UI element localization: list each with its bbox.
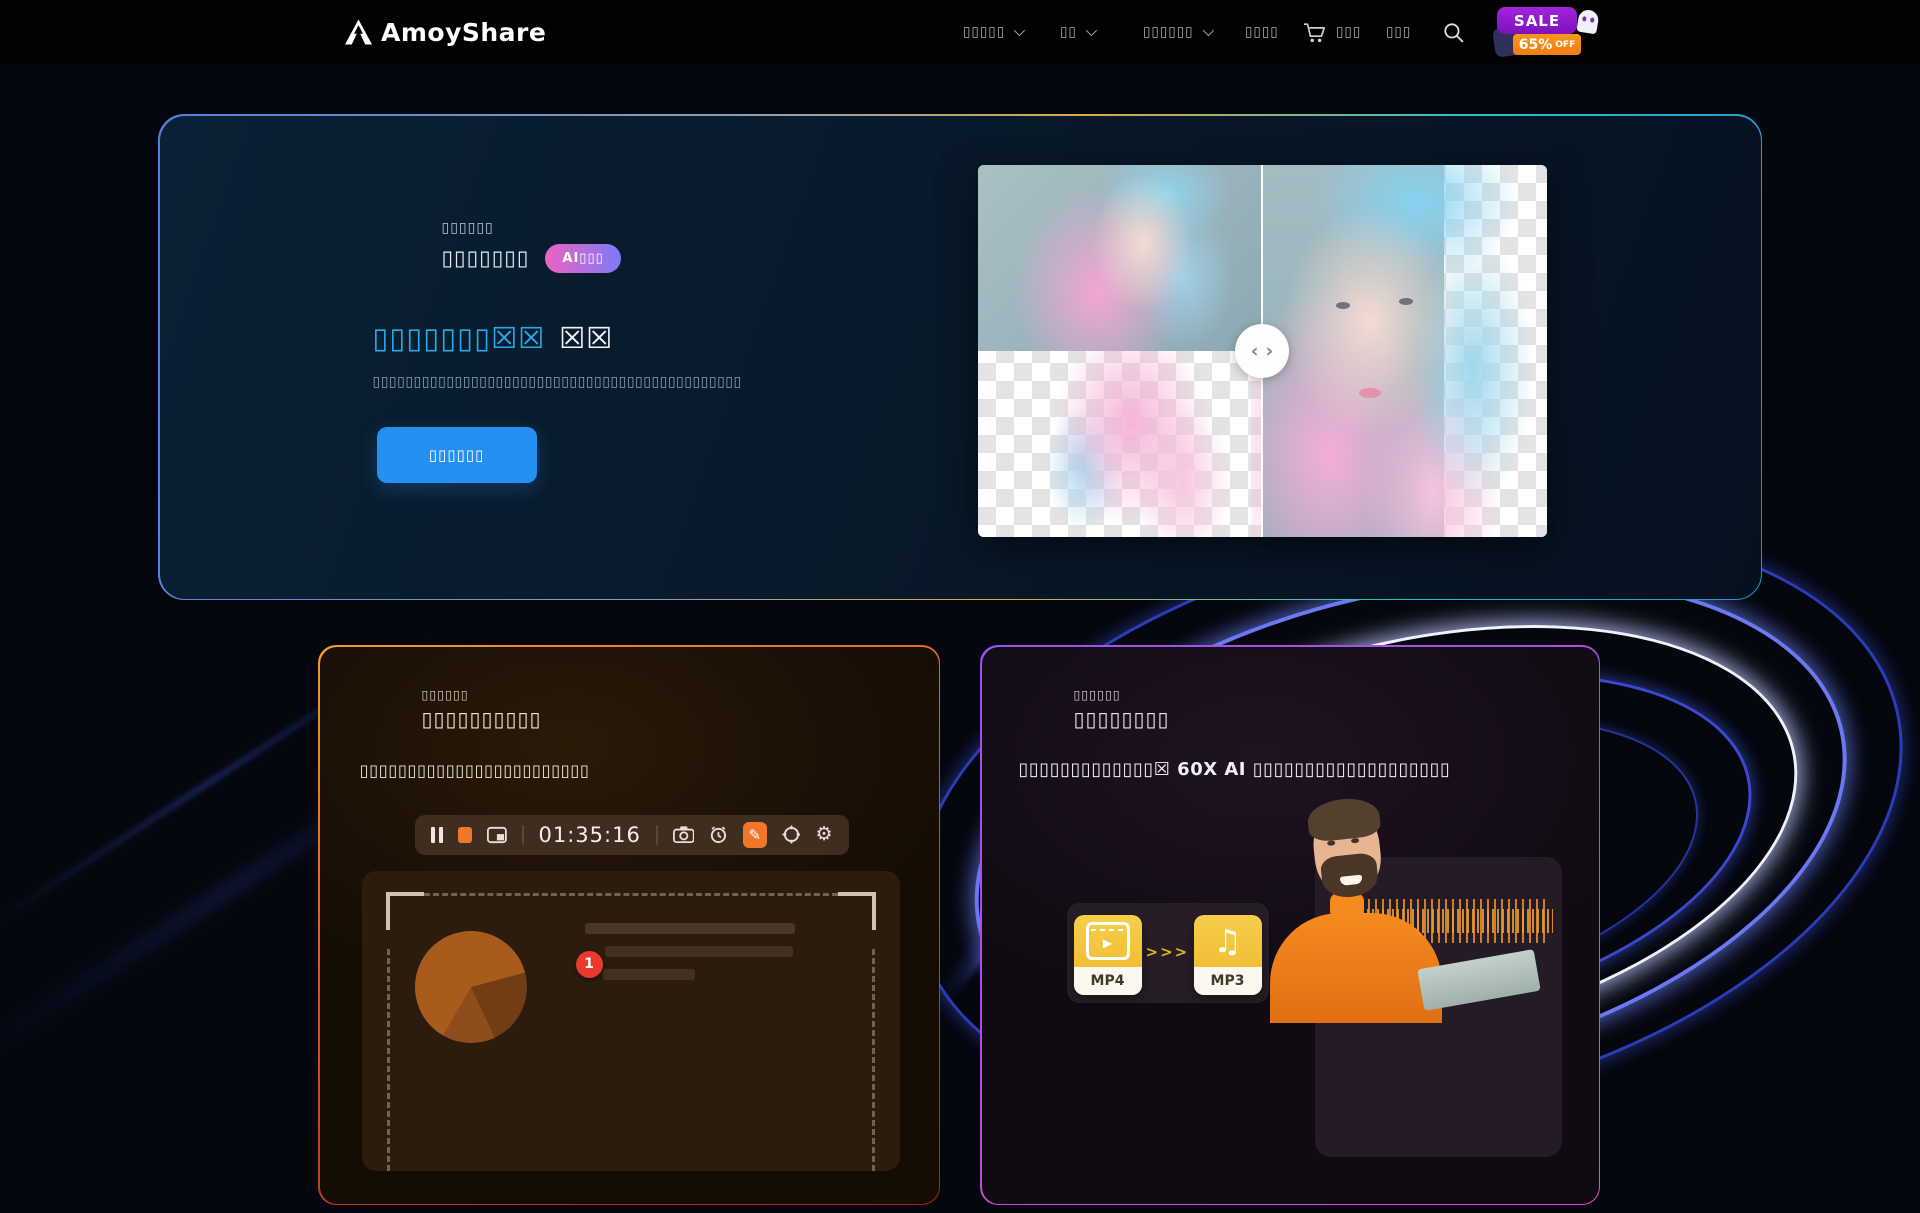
hero-cta-button[interactable]: ▯▯▯▯▯▯ [377,427,537,483]
selection-dashed-border [872,949,875,1171]
brand-name: AmoyShare [381,18,546,47]
slider-right-arrow-icon: › [1266,340,1274,362]
sale-badge-top: SALE [1497,7,1577,34]
nav-item-products[interactable]: ▯▯▯▯▯ [963,0,1022,64]
sale-badge-bottom: 65% OFF [1513,34,1581,55]
selection-corner-bracket [838,892,876,930]
step-number-badge: 1 [576,951,603,978]
portrait-eye [1336,302,1350,309]
original-image-inset [978,165,1263,351]
account-label: ▯▯▯ [1386,24,1411,40]
skeleton-text-line [585,923,795,934]
sale-off: OFF [1555,40,1575,50]
portrait-closeup-art [1251,165,1536,537]
screen-recorder-card: ▯▯▯▯▯▯ ▯▯▯▯▯▯▯▯▯▯ ▯▯▯▯▯▯▯▯▯▯▯▯▯▯▯▯▯▯▯▯▯▯… [318,645,940,1205]
pencil-icon: ✎ [749,826,762,844]
account-link[interactable]: ▯▯▯ [1386,0,1411,64]
annotate-pencil-button: ✎ [743,822,766,848]
sale-promo-badge[interactable]: SALE 65% OFF [1494,4,1600,58]
brand-logo[interactable]: AmoyShare [345,0,546,64]
hero-heading-accent: ▯▯▯▯▯▯▯☒☒ [373,321,546,355]
converter-title: ▯▯▯▯▯▯▯▯ [1074,707,1170,731]
cart-icon [1303,21,1327,44]
slider-left-arrow-icon: ‹ [1251,340,1259,362]
recording-timer: 01:35:16 [539,823,641,847]
chevron-down-icon [1014,25,1025,36]
man-illustration-smile [1339,874,1362,885]
search-button[interactable] [1443,0,1464,64]
hero-section: ▯▯▯▯▯▯ ▯▯▯▯▯▯▯ AI▯▯▯ ▯▯▯▯▯▯▯☒☒☒☒ ▯▯▯▯▯▯▯… [158,114,1762,600]
selection-corner-bracket [386,892,424,930]
nav-item-support[interactable]: ▯▯▯▯ [1245,0,1279,64]
gear-icon: ⚙ [815,825,832,844]
cart-label: ▯▯▯ [1336,24,1361,40]
audio-converter-card: ▯▯▯▯▯▯ ▯▯▯▯▯▯▯▯ ▯▯▯▯▯▯▯▯▯▯▯▯▯☒ 60X AI ▯▯… [980,645,1600,1205]
ghost-icon [1576,9,1599,35]
music-note-icon: ♫ [1213,922,1242,960]
converter-description-highlight: 60X AI [1177,759,1246,780]
converter-description: ▯▯▯▯▯▯▯▯▯▯▯▯▯☒ 60X AI ▯▯▯▯▯▯▯▯▯▯▯▯▯▯▯▯▯▯… [1019,759,1451,780]
toolbar-divider [656,825,658,845]
recorder-toolbar-illustration: 01:35:16 ✎ ⚙ [415,815,849,855]
portrait-lips [1359,388,1381,398]
mp4-label: MP4 [1074,967,1142,995]
comparison-slider-handle[interactable]: ‹ › [1235,324,1289,378]
nav-item-label: ▯▯▯▯▯ [963,24,1005,40]
hero-eyebrow: ▯▯▯▯▯▯ [442,220,494,236]
stop-record-icon [458,827,472,843]
selection-dashed-border [424,893,838,896]
cart-button[interactable]: ▯▯▯ [1303,0,1361,64]
chevron-down-icon [1086,25,1097,36]
hero-subtitle: ▯▯▯▯▯▯▯ [442,246,530,270]
man-illustration-torso [1270,913,1442,1023]
converter-eyebrow: ▯▯▯▯▯▯ [1074,687,1121,702]
conversion-arrows-icon: >>> [1146,943,1190,961]
chevron-down-icon [1202,25,1213,36]
hero-heading: ▯▯▯▯▯▯▯☒☒ ☒☒ [373,321,614,355]
recorder-title: ▯▯▯▯▯▯▯▯▯▯ [422,707,542,731]
sale-text: SALE [1514,12,1560,30]
pie-chart-illustration [415,931,527,1043]
video-file-icon: ▶ [1086,922,1130,960]
skeleton-text-line [603,969,695,980]
mp3-label: MP3 [1194,967,1262,995]
alarm-clock-icon [709,824,728,845]
mp3-format-tile: ♫ MP3 [1194,915,1262,995]
recorder-eyebrow: ▯▯▯▯▯▯ [422,687,469,702]
toolbar-divider [522,825,524,845]
recorder-description: ▯▯▯▯▯▯▯▯▯▯▯▯▯▯▯▯▯▯▯▯▯▯▯▯ [360,761,590,780]
pip-icon [487,826,507,844]
before-after-comparison: ‹ › [978,165,1547,537]
nav-item-resources[interactable]: ▯▯▯▯▯▯ [1143,0,1211,64]
nav-item-store[interactable]: ▯▯ [1060,0,1094,64]
converter-description-pre: ▯▯▯▯▯▯▯▯▯▯▯▯▯☒ [1019,759,1178,780]
portrait-eye [1399,298,1413,305]
nav-item-label: ▯▯ [1060,24,1077,40]
converter-description-post: ▯▯▯▯▯▯▯▯▯▯▯▯▯▯▯▯▯▯▯ [1246,759,1450,780]
camera-icon [673,825,695,844]
crosshair-icon [782,824,801,845]
man-illustration-eye [1350,837,1358,843]
play-icon: ▶ [1103,936,1112,950]
pause-icon [431,827,443,843]
recorded-screen-mockup: 1 [362,871,900,1171]
hero-heading-rest: ☒☒ [559,321,613,355]
hero-description: ▯▯▯▯▯▯▯▯▯▯▯▯▯▯▯▯▯▯▯▯▯▯▯▯▯▯▯▯▯▯▯▯▯▯▯▯▯▯▯▯… [373,374,742,390]
portrait-hair-art [1000,343,1262,536]
ai-feature-badge: AI▯▯▯ [545,244,620,273]
selection-dashed-border [387,949,390,1171]
nav-item-label: ▯▯▯▯ [1245,24,1279,40]
man-illustration-hair [1305,795,1381,842]
mp4-format-tile: ▶ MP4 [1074,915,1142,995]
amoyshare-logo-icon [345,19,372,45]
nav-item-label: ▯▯▯▯▯▯ [1143,24,1194,40]
top-navigation-bar: AmoyShare ▯▯▯▯▯ ▯▯ ▯▯▯▯▯▯ ▯▯▯▯ ▯▯▯ ▯▯▯ S… [0,0,1920,64]
search-icon [1443,22,1464,43]
sale-percent: 65% [1519,37,1553,53]
man-illustration-eye [1326,840,1334,846]
skeleton-text-line [605,946,793,957]
